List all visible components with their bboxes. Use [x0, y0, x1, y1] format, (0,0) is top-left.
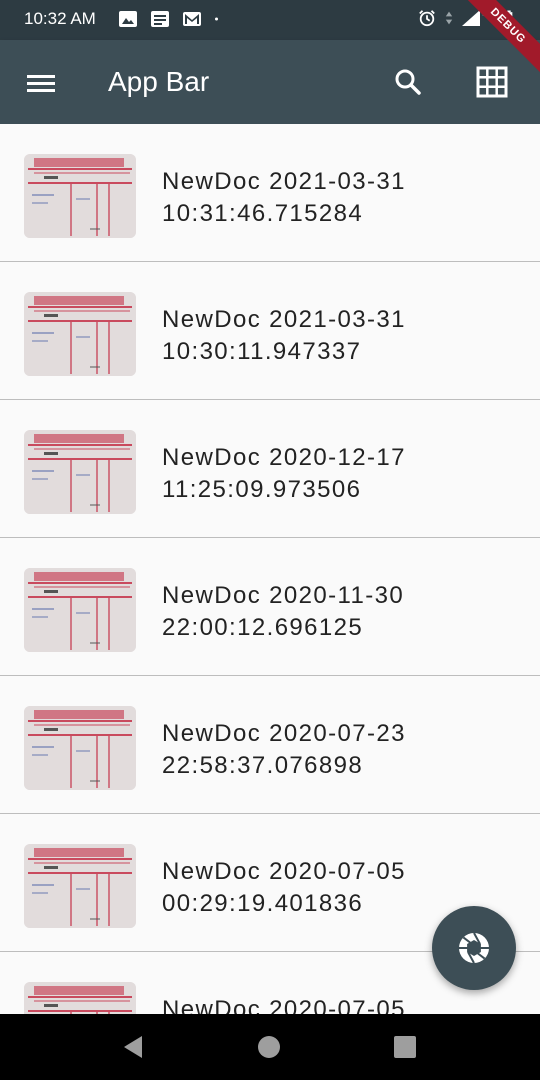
document-thumbnail	[24, 430, 136, 514]
document-name: NewDoc 2020-07-05	[162, 858, 406, 885]
document-name: NewDoc 2020-07-05	[162, 996, 406, 1014]
camera-shutter-icon	[459, 932, 489, 964]
document-title: NewDoc 2021-03-31 10:31:46.715284	[162, 166, 522, 230]
back-icon[interactable]	[120, 1034, 146, 1060]
document-preview-image	[24, 292, 136, 376]
document-title: NewDoc 2020-11-30 22:00:12.696125	[162, 580, 522, 644]
document-name: NewDoc 2021-03-31	[162, 306, 406, 333]
message-icon	[151, 11, 169, 27]
document-name: NewDoc 2020-11-30	[162, 582, 405, 609]
document-title: NewDoc 2021-03-31 10:30:11.947337	[162, 304, 522, 368]
alarm-icon	[418, 10, 435, 27]
document-time: 10:30:11.947337	[162, 338, 362, 365]
document-thumbnail	[24, 706, 136, 790]
document-preview-image	[24, 706, 136, 790]
system-nav-bar	[0, 1014, 540, 1080]
data-arrows-icon	[445, 11, 452, 25]
document-preview-image	[24, 982, 136, 1014]
notification-icons	[118, 10, 224, 28]
document-time: 22:58:37.076898	[162, 752, 364, 779]
document-thumbnail	[24, 154, 136, 238]
document-preview-image	[24, 430, 136, 514]
document-thumbnail	[24, 568, 136, 652]
document-time: 11:25:09.973506	[162, 476, 362, 503]
dot-icon	[215, 17, 218, 21]
document-thumbnail	[24, 844, 136, 928]
document-preview-image	[24, 154, 136, 238]
home-icon[interactable]	[258, 1036, 280, 1058]
document-thumbnail	[24, 292, 136, 376]
search-icon[interactable]	[390, 64, 426, 100]
document-title: NewDoc 2020-12-17 11:25:09.973506	[162, 442, 522, 506]
document-name: NewDoc 2021-03-31	[162, 168, 406, 195]
document-preview-image	[24, 568, 136, 652]
app-bar: App Bar	[0, 40, 540, 124]
document-name: NewDoc 2020-07-23	[162, 720, 406, 747]
document-list-item[interactable]: NewDoc 2021-03-31 10:31:46.715284	[0, 124, 540, 262]
gmail-icon	[183, 12, 201, 26]
app-title: App Bar	[108, 66, 210, 97]
document-preview-image	[24, 844, 136, 928]
document-list-item[interactable]: NewDoc 2020-07-23 22:58:37.076898	[0, 676, 540, 814]
document-thumbnail	[24, 982, 136, 1014]
image-icon	[119, 11, 137, 27]
document-name: NewDoc 2020-12-17	[162, 444, 406, 471]
document-list: NewDoc 2021-03-31 10:31:46.715284 NewDoc…	[0, 124, 540, 1014]
document-title: NewDoc 2020-07-23 22:58:37.076898	[162, 718, 522, 782]
recents-icon[interactable]	[394, 1036, 416, 1058]
document-list-item[interactable]: NewDoc 2020-11-30 22:00:12.696125	[0, 538, 540, 676]
grid-view-icon[interactable]	[474, 64, 510, 100]
signal-icon	[461, 10, 480, 26]
status-time: 10:32 AM	[24, 9, 96, 28]
camera-fab[interactable]	[432, 906, 516, 990]
menu-icon[interactable]	[20, 64, 62, 100]
document-list-item[interactable]: NewDoc 2021-03-31 10:30:11.947337	[0, 262, 540, 400]
status-bar: 10:32 AM 4G	[0, 0, 540, 40]
document-time: 10:31:46.715284	[162, 200, 364, 227]
document-title: NewDoc 2020-07-05	[162, 994, 522, 1014]
document-time: 22:00:12.696125	[162, 614, 364, 641]
document-list-item[interactable]: NewDoc 2020-12-17 11:25:09.973506	[0, 400, 540, 538]
